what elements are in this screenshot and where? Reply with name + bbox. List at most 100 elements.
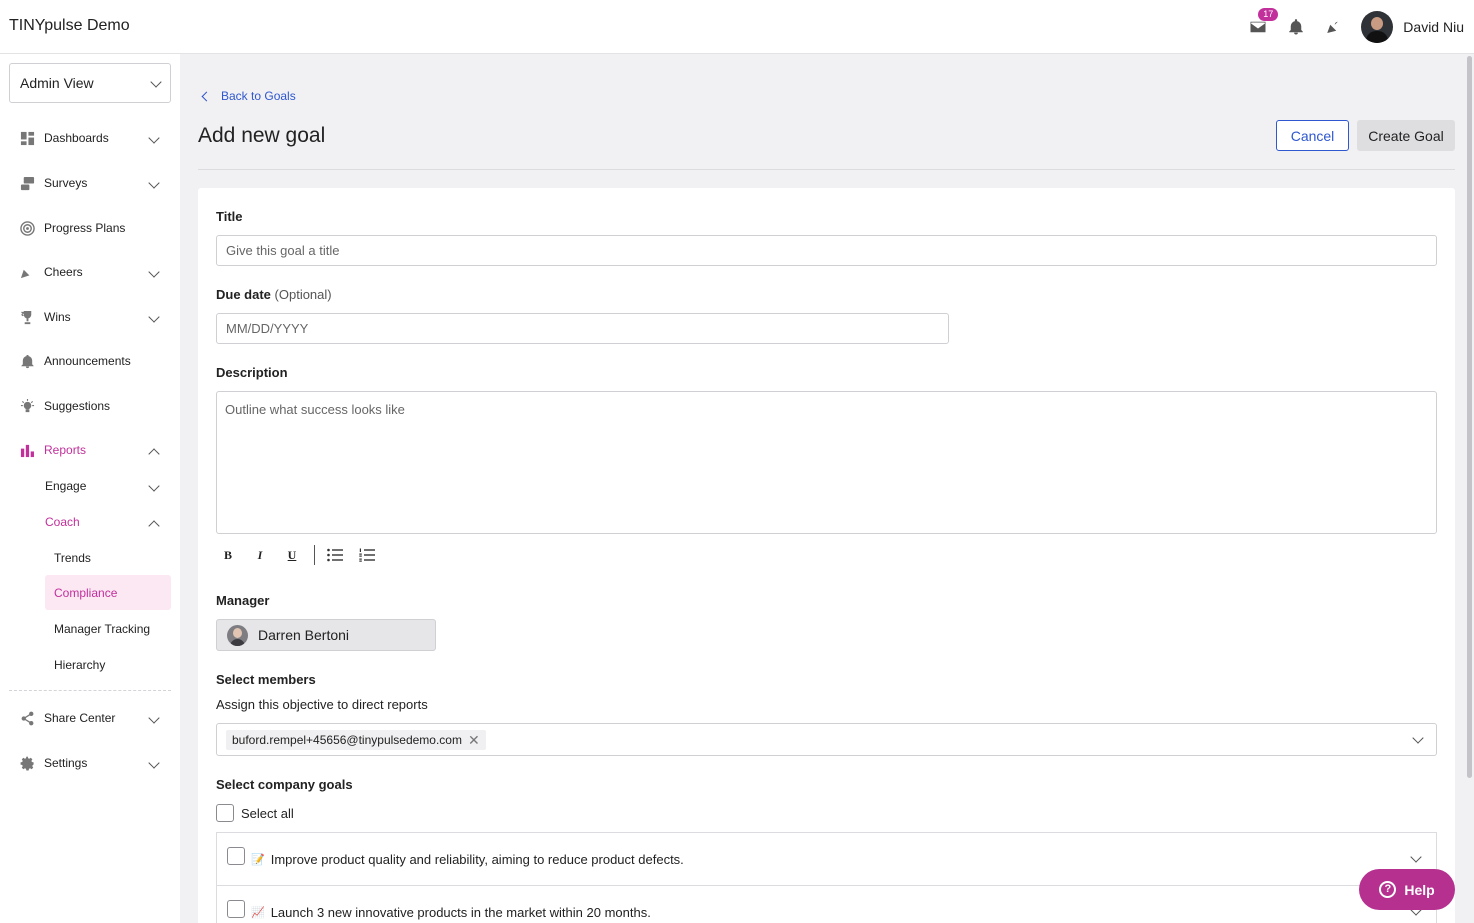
select-all-checkbox[interactable] [216, 804, 234, 822]
member-tag-label: buford.rempel+45656@tinypulsedemo.com [232, 732, 462, 747]
description-textarea[interactable] [216, 391, 1437, 534]
share-icon [19, 710, 35, 726]
sidebar-item-coach[interactable]: Coach [0, 504, 180, 540]
sidebar-item-settings[interactable]: Settings [0, 745, 180, 781]
trophy-icon [19, 309, 35, 325]
optional-text: (Optional) [274, 287, 332, 302]
sidebar-subitem-label: Coach [45, 515, 80, 529]
sidebar-item-cheers[interactable]: Cheers [0, 254, 180, 290]
topbar-actions: 17 David Niu [1231, 8, 1464, 44]
user-name[interactable]: David Niu [1403, 19, 1464, 35]
target-icon [19, 220, 35, 236]
sidebar-item-announcements[interactable]: Announcements [0, 343, 180, 379]
sidebar-item-label: Settings [44, 756, 88, 770]
sidebar-item-reports[interactable]: Reports [0, 432, 180, 468]
help-button[interactable]: ? Help [1359, 869, 1455, 910]
due-date-label: Due date (Optional) [216, 287, 332, 302]
goal-checkbox[interactable] [227, 900, 245, 918]
member-tag: buford.rempel+45656@tinypulsedemo.com ✕ [226, 729, 486, 750]
due-date-label-text: Due date [216, 287, 271, 302]
sidebar-item-share-center[interactable]: Share Center [0, 700, 180, 736]
sidebar-item-label: Dashboards [44, 131, 109, 145]
lightbulb-icon [19, 398, 35, 414]
title-input[interactable] [216, 235, 1437, 266]
cancel-button[interactable]: Cancel [1276, 120, 1349, 151]
user-avatar[interactable] [1361, 11, 1394, 43]
goal-checkbox[interactable] [227, 847, 245, 865]
due-date-input[interactable] [216, 313, 949, 344]
sidebar-item-label: Wins [44, 310, 71, 324]
sidebar-item-label: Announcements [44, 354, 131, 368]
chevron-down-icon [148, 132, 160, 144]
chevron-down-icon [148, 757, 160, 769]
chevron-down-icon [150, 76, 162, 88]
sidebar-item-manager-tracking[interactable]: Manager Tracking [45, 611, 171, 646]
sidebar-item-progress-plans[interactable]: Progress Plans [0, 210, 180, 246]
members-select[interactable]: buford.rempel+45656@tinypulsedemo.com ✕ [216, 723, 1437, 756]
underline-button[interactable]: U [280, 544, 304, 566]
sidebar-item-dashboards[interactable]: Dashboards [0, 120, 180, 156]
sidebar-divider [9, 690, 171, 691]
chevron-down-icon [148, 266, 160, 278]
back-link-label: Back to Goals [221, 89, 296, 103]
bell-icon [19, 353, 35, 369]
numbered-list-icon[interactable] [355, 544, 379, 566]
chevron-left-icon [201, 91, 212, 101]
megaphone-icon [19, 264, 35, 280]
page-scrollbar[interactable] [1467, 56, 1472, 778]
sidebar-item-trends[interactable]: Trends [45, 540, 171, 575]
sidebar-item-surveys[interactable]: Surveys [0, 165, 180, 201]
close-icon[interactable]: ✕ [468, 733, 480, 747]
sidebar-item-engage[interactable]: Engage [0, 468, 180, 504]
create-goal-button[interactable]: Create Goal [1357, 120, 1455, 151]
chevron-down-icon [148, 480, 160, 492]
goal-text: Improve product quality and reliability,… [270, 851, 684, 867]
mail-badge: 17 [1258, 8, 1279, 21]
chevron-down-icon[interactable] [1410, 851, 1422, 863]
select-members-label: Select members [216, 672, 316, 687]
top-bar: TINYpulse Demo 17 David Niu [0, 0, 1474, 54]
surveys-icon [19, 175, 35, 191]
cheers-icon[interactable] [1323, 16, 1345, 38]
manager-avatar [227, 624, 248, 646]
back-to-goals-link[interactable]: Back to Goals [200, 89, 296, 103]
app-title: TINYpulse Demo [9, 17, 130, 34]
list-item[interactable]: 📝 Improve product quality and reliabilit… [217, 833, 1436, 886]
chevron-down-icon [148, 712, 160, 724]
select-all-row[interactable]: Select all [216, 804, 294, 822]
sidebar-item-label: Reports [44, 443, 87, 457]
title-label: Title [216, 209, 243, 224]
chevron-up-icon [148, 448, 160, 460]
chevron-down-icon[interactable] [1412, 732, 1424, 744]
sidebar-item-label: Cheers [44, 265, 83, 279]
sidebar-item-hierarchy[interactable]: Hierarchy [45, 647, 171, 682]
company-goals-list: 📝 Improve product quality and reliabilit… [216, 832, 1437, 923]
manager-chip: Darren Bertoni [216, 619, 436, 651]
sidebar-item-label: Share Center [44, 711, 116, 725]
sidebar-item-wins[interactable]: Wins [0, 299, 180, 335]
chevron-down-icon [148, 177, 160, 189]
rich-text-toolbar: B I U [216, 544, 387, 566]
bullet-list-icon[interactable] [323, 544, 347, 566]
italic-button[interactable]: I [248, 544, 272, 566]
sidebar-item-compliance[interactable]: Compliance [45, 575, 171, 610]
manager-label: Manager [216, 593, 270, 608]
select-all-label: Select all [241, 805, 294, 821]
sidebar-item-label: Surveys [44, 176, 88, 190]
view-select-value: Admin View [20, 75, 94, 91]
help-label: Help [1404, 881, 1435, 898]
sidebar-item-label: Progress Plans [44, 221, 126, 235]
page-title: Add new goal [198, 124, 326, 147]
chart-increasing-icon: 📈 [251, 906, 265, 919]
gear-icon [19, 755, 35, 771]
dashboard-icon [19, 130, 35, 146]
list-item[interactable]: 📈 Launch 3 new innovative products in th… [217, 886, 1436, 923]
chevron-up-icon [148, 520, 160, 532]
bold-button[interactable]: B [216, 544, 240, 566]
manager-name: Darren Bertoni [258, 627, 350, 643]
company-goals-label: Select company goals [216, 777, 353, 792]
bell-icon[interactable] [1285, 16, 1307, 38]
view-select[interactable]: Admin View [9, 63, 171, 103]
sidebar-item-suggestions[interactable]: Suggestions [0, 388, 180, 424]
mail-icon[interactable]: 17 [1247, 8, 1279, 38]
